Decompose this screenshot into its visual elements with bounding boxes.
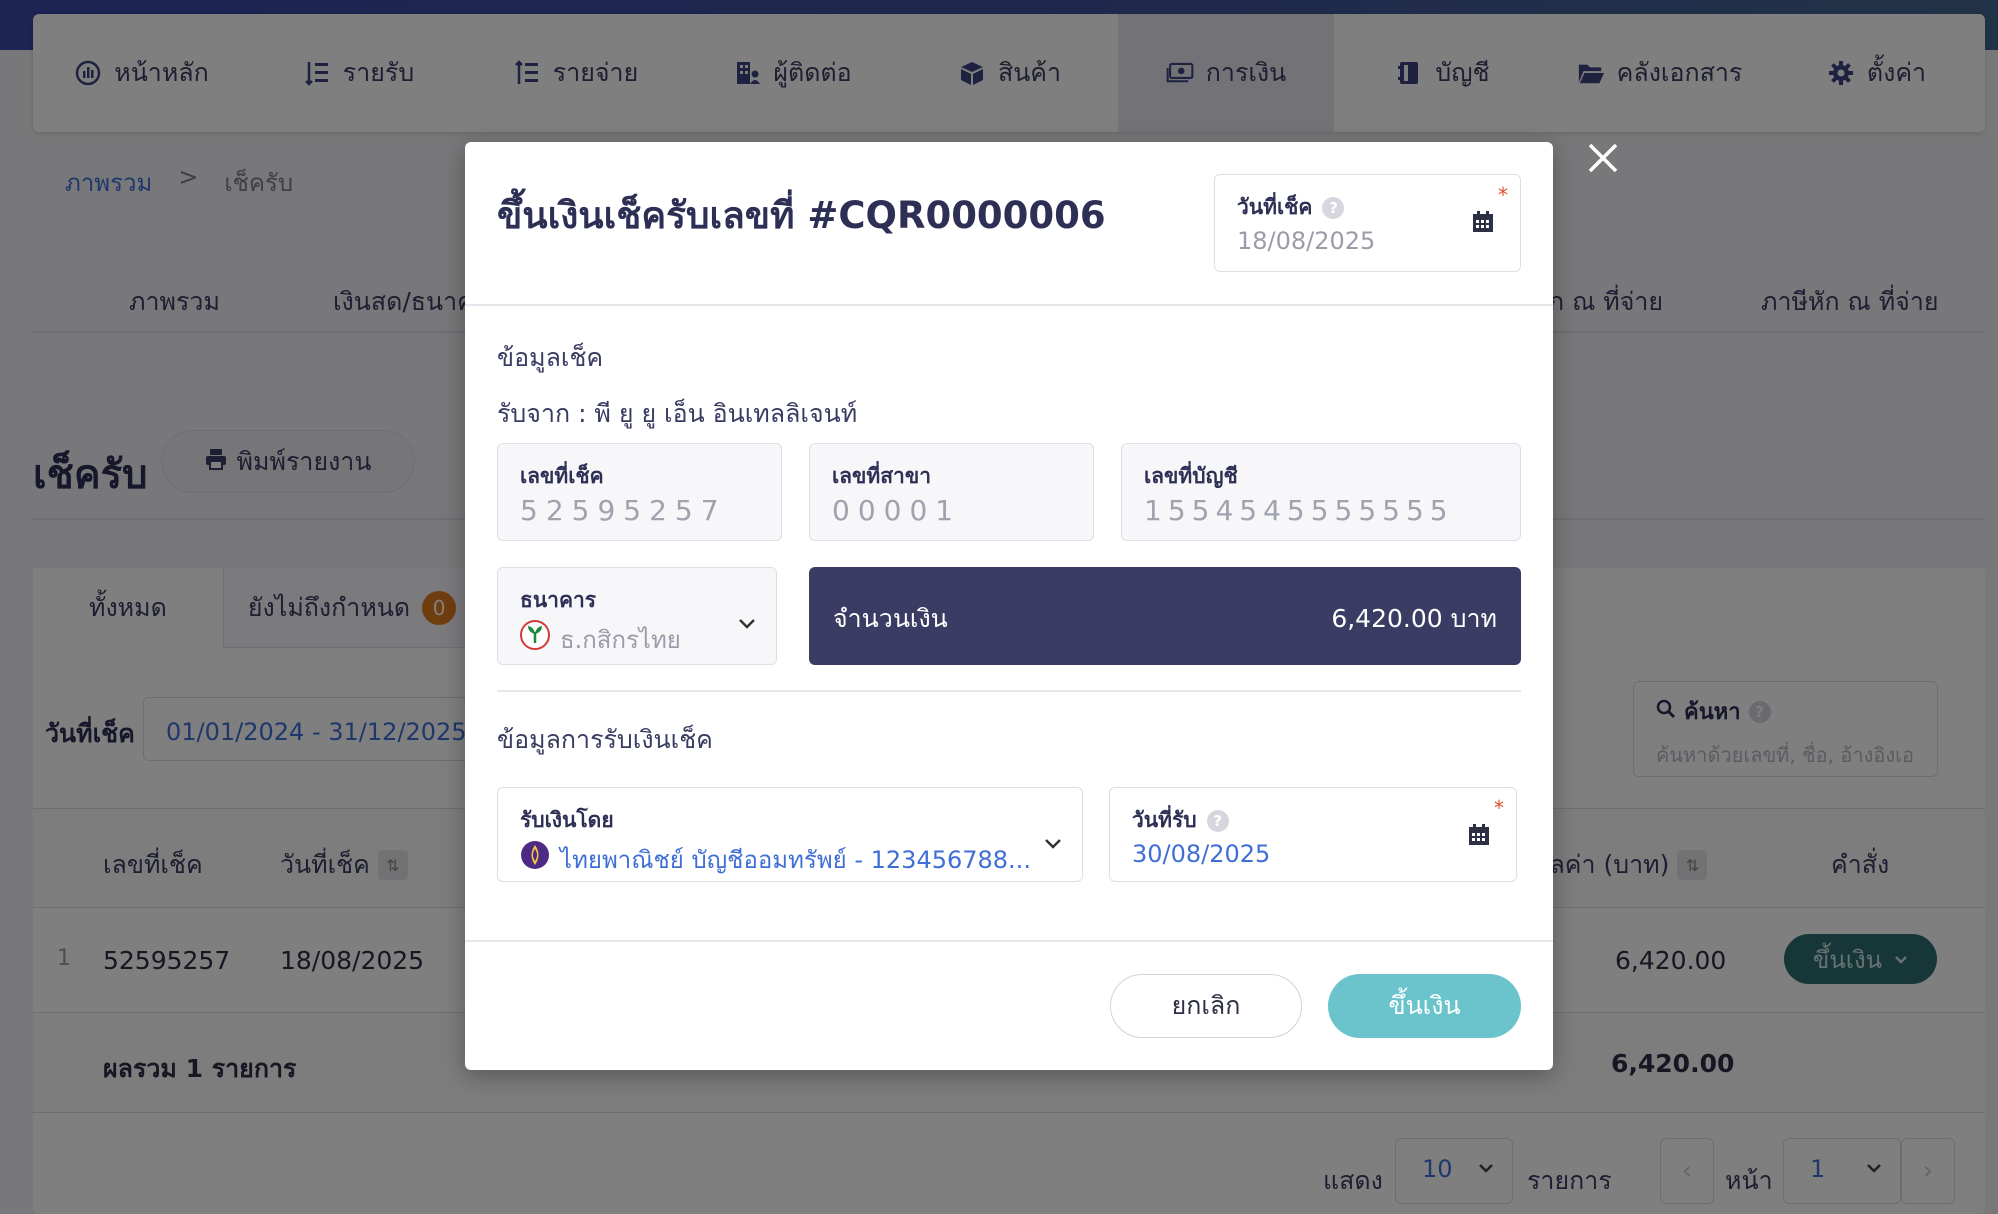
bank-value: ธ.กสิกรไทย <box>560 626 681 654</box>
bank-label: ธนาคาร <box>520 588 597 612</box>
help-icon: ? <box>1206 809 1229 832</box>
cheque-number-field: เลขที่เช็ค 52595257 <box>497 443 782 541</box>
receive-date-label: วันที่รับ <box>1132 808 1197 832</box>
cash-cheque-submit-button[interactable]: ขึ้นเงิน <box>1328 974 1521 1038</box>
modal-title: ขึ้นเงินเช็ครับเลขที่ #CQR0000006 <box>497 194 1106 237</box>
cheque-date-field[interactable]: * วันที่เช็ค ? 18/08/2025 <box>1214 174 1521 272</box>
close-icon <box>1588 143 1618 173</box>
account-number-field: เลขที่บัญชี 1554545555555 <box>1121 443 1521 541</box>
divider <box>465 940 1553 942</box>
chevron-down-icon <box>1045 839 1061 849</box>
branch-number-label: เลขที่สาขา <box>832 464 932 488</box>
bank-field: ธนาคาร ธ.กสิกรไทย <box>497 567 777 665</box>
cheque-number-label: เลขที่เช็ค <box>520 464 604 488</box>
account-number-label: เลขที่บัญชี <box>1144 464 1238 488</box>
amount-label: จำนวนเงิน <box>833 604 948 633</box>
amount-value: 6,420.00 บาท <box>1331 604 1497 633</box>
receive-by-value: ไทยพาณิชย์ บัญชีออมทรัพย์ - 123456788... <box>560 846 1031 874</box>
cheque-date-value: 18/08/2025 <box>1237 227 1376 255</box>
section-receive-info: ข้อมูลการรับเงินเช็ค <box>497 725 713 754</box>
branch-number-value: 00001 <box>832 494 962 527</box>
cash-cheque-modal: ขึ้นเงินเช็ครับเลขที่ #CQR0000006 * วันท… <box>465 142 1553 1070</box>
kbank-logo-icon <box>520 620 550 650</box>
calendar-icon <box>1469 824 1489 845</box>
amount-panel: จำนวนเงิน 6,420.00 บาท <box>809 567 1521 665</box>
divider <box>497 690 1521 692</box>
receive-date-label-row: วันที่รับ ? <box>1132 804 1229 837</box>
cancel-button[interactable]: ยกเลิก <box>1110 974 1302 1038</box>
branch-number-field: เลขที่สาขา 00001 <box>809 443 1094 541</box>
account-number-value: 1554545555555 <box>1144 494 1454 527</box>
received-from: รับจาก : พี ยู ยู เอ็น อินเทลลิเจนท์ <box>497 399 858 428</box>
scb-logo-icon <box>521 841 549 869</box>
section-cheque-info: ข้อมูลเช็ค <box>497 343 604 372</box>
cheque-date-label: วันที่เช็ค <box>1237 195 1313 219</box>
required-mark: * <box>1498 183 1508 207</box>
help-icon: ? <box>1322 196 1345 219</box>
receive-date-field[interactable]: * วันที่รับ ? 30/08/2025 <box>1109 787 1517 882</box>
receive-date-value: 30/08/2025 <box>1132 840 1271 868</box>
receive-by-label: รับเงินโดย <box>520 808 614 832</box>
required-mark: * <box>1494 796 1504 820</box>
receive-by-select[interactable]: รับเงินโดย ไทยพาณิชย์ บัญชีออมทรัพย์ - 1… <box>497 787 1083 882</box>
cheque-date-label-row: วันที่เช็ค ? <box>1237 191 1345 224</box>
cheque-number-value: 52595257 <box>520 494 727 527</box>
close-modal-button[interactable] <box>1586 141 1620 175</box>
divider <box>465 304 1553 306</box>
calendar-icon <box>1473 211 1493 232</box>
chevron-down-icon <box>739 619 755 629</box>
